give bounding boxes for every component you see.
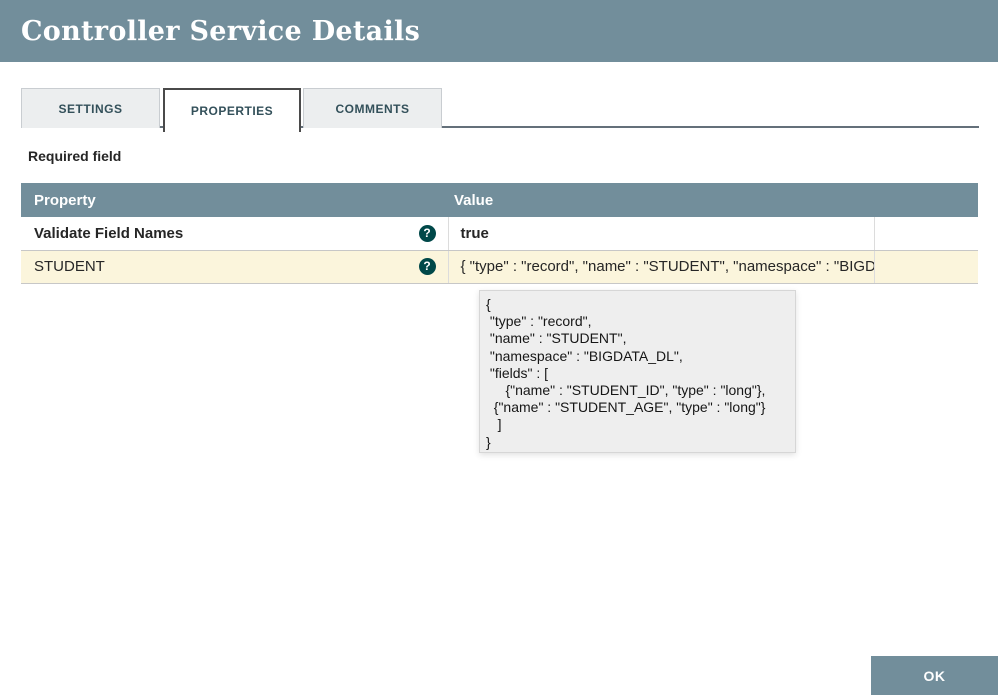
property-value: true [448, 217, 874, 250]
schema-tooltip: { "type" : "record", "name" : "STUDENT",… [479, 290, 796, 453]
property-name: Validate Field Names [34, 225, 183, 242]
required-field-legend: Required field [28, 148, 121, 164]
table-row: Validate Field Names ? true [21, 217, 978, 250]
column-header-value: Value [448, 183, 874, 217]
schema-tooltip-text: { "type" : "record", "name" : "STUDENT",… [486, 296, 789, 451]
table-row: STUDENT ? { "type" : "record", "name" : … [21, 250, 978, 283]
tab-settings[interactable]: SETTINGS [21, 88, 160, 128]
extra-cell [874, 217, 978, 250]
dialog-title: Controller Service Details [0, 16, 420, 47]
help-icon[interactable]: ? [419, 258, 436, 275]
column-header-extra [874, 183, 978, 217]
tab-properties[interactable]: PROPERTIES [163, 88, 301, 132]
property-value: { "type" : "record", "name" : "STUDENT",… [448, 250, 874, 283]
tab-comments[interactable]: COMMENTS [303, 88, 442, 128]
help-icon[interactable]: ? [419, 225, 436, 242]
properties-table: Property Value Validate Field Names ? tr… [21, 183, 978, 284]
extra-cell [874, 250, 978, 283]
ok-button[interactable]: OK [871, 656, 998, 695]
column-header-property: Property [21, 183, 448, 217]
table-header-row: Property Value [21, 183, 978, 217]
dialog-header: Controller Service Details [0, 0, 998, 62]
property-name: STUDENT [34, 258, 105, 275]
